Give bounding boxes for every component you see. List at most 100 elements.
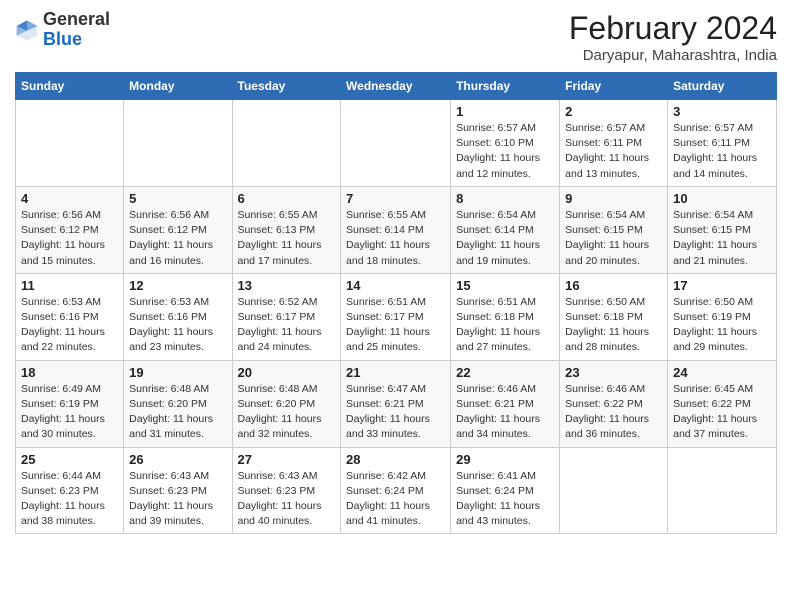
day-number: 19 — [129, 365, 226, 380]
calendar-cell: 10Sunrise: 6:54 AM Sunset: 6:15 PM Dayli… — [668, 186, 777, 273]
calendar-week-2: 4 Sunrise: 6:56 AM Sunset: 6:12 PM Daylig… — [16, 186, 777, 273]
day-number: 26 — [129, 452, 226, 467]
day-info: Sunrise: 6:49 AM Sunset: 6:19 PM Dayligh… — [21, 382, 118, 443]
calendar-cell: 2 Sunrise: 6:57 AM Sunset: 6:11 PM Daylig… — [560, 100, 668, 187]
col-sunday: Sunday — [16, 73, 124, 100]
calendar-cell: 1 Sunrise: 6:57 AM Sunset: 6:10 PM Daylig… — [451, 100, 560, 187]
page-header: General Blue February 2024 Daryapur, Mah… — [15, 10, 777, 64]
day-number: 25 — [21, 452, 118, 467]
calendar-cell: 20Sunrise: 6:48 AM Sunset: 6:20 PM Dayli… — [232, 360, 341, 447]
day-info: Sunrise: 6:54 AM Sunset: 6:15 PM Dayligh… — [565, 208, 662, 269]
calendar-cell: 29 Sunrise: 6:41 AM Sunset: 6:24 PM Dayli… — [451, 447, 560, 534]
day-number: 16 — [565, 278, 662, 293]
title-block: February 2024 Daryapur, Maharashtra, Ind… — [569, 10, 777, 64]
day-info: Sunrise: 6:57 AM Sunset: 6:11 PM Dayligh… — [673, 121, 771, 182]
day-info: Sunrise: 6:46 AM Sunset: 6:21 PM Dayligh… — [456, 382, 554, 443]
day-number: 8 — [456, 191, 554, 206]
day-number: 3 — [673, 104, 771, 119]
day-number: 28 — [346, 452, 445, 467]
day-number: 15 — [456, 278, 554, 293]
day-info: Sunrise: 6:54 AM Sunset: 6:15 PM Dayligh… — [673, 208, 771, 269]
calendar-cell: 24 Sunrise: 6:45 AM Sunset: 6:22 PM Dayli… — [668, 360, 777, 447]
logo-blue: Blue — [43, 29, 82, 49]
day-number: 22 — [456, 365, 554, 380]
day-info: Sunrise: 6:51 AM Sunset: 6:18 PM Dayligh… — [456, 295, 554, 356]
calendar-cell: 25 Sunrise: 6:44 AM Sunset: 6:23 PM Dayli… — [16, 447, 124, 534]
calendar-header: Sunday Monday Tuesday Wednesday Thursday… — [16, 73, 777, 100]
calendar-cell: 15 Sunrise: 6:51 AM Sunset: 6:18 PM Dayli… — [451, 273, 560, 360]
calendar-cell: 26 Sunrise: 6:43 AM Sunset: 6:23 PM Dayli… — [124, 447, 232, 534]
day-number: 27 — [238, 452, 336, 467]
day-info: Sunrise: 6:55 AM Sunset: 6:14 PM Dayligh… — [346, 208, 445, 269]
calendar-cell: 9Sunrise: 6:54 AM Sunset: 6:15 PM Daylig… — [560, 186, 668, 273]
calendar-body: 1 Sunrise: 6:57 AM Sunset: 6:10 PM Daylig… — [16, 100, 777, 534]
calendar-cell: 28 Sunrise: 6:42 AM Sunset: 6:24 PM Dayli… — [341, 447, 451, 534]
day-info: Sunrise: 6:44 AM Sunset: 6:23 PM Dayligh… — [21, 469, 118, 530]
calendar-cell: 14Sunrise: 6:51 AM Sunset: 6:17 PM Dayli… — [341, 273, 451, 360]
day-info: Sunrise: 6:42 AM Sunset: 6:24 PM Dayligh… — [346, 469, 445, 530]
calendar-cell: 17 Sunrise: 6:50 AM Sunset: 6:19 PM Dayli… — [668, 273, 777, 360]
day-info: Sunrise: 6:56 AM Sunset: 6:12 PM Dayligh… — [21, 208, 118, 269]
day-info: Sunrise: 6:53 AM Sunset: 6:16 PM Dayligh… — [21, 295, 118, 356]
calendar-week-3: 11 Sunrise: 6:53 AM Sunset: 6:16 PM Dayli… — [16, 273, 777, 360]
logo-text: General Blue — [43, 10, 110, 50]
day-info: Sunrise: 6:54 AM Sunset: 6:14 PM Dayligh… — [456, 208, 554, 269]
calendar-cell: 3 Sunrise: 6:57 AM Sunset: 6:11 PM Daylig… — [668, 100, 777, 187]
day-number: 6 — [238, 191, 336, 206]
calendar-cell — [232, 100, 341, 187]
day-info: Sunrise: 6:55 AM Sunset: 6:13 PM Dayligh… — [238, 208, 336, 269]
calendar-cell: 8 Sunrise: 6:54 AM Sunset: 6:14 PM Daylig… — [451, 186, 560, 273]
day-number: 20 — [238, 365, 336, 380]
day-number: 14 — [346, 278, 445, 293]
day-number: 29 — [456, 452, 554, 467]
col-friday: Friday — [560, 73, 668, 100]
day-number: 12 — [129, 278, 226, 293]
day-number: 23 — [565, 365, 662, 380]
day-info: Sunrise: 6:43 AM Sunset: 6:23 PM Dayligh… — [238, 469, 336, 530]
day-number: 13 — [238, 278, 336, 293]
calendar-cell — [16, 100, 124, 187]
calendar-cell: 16 Sunrise: 6:50 AM Sunset: 6:18 PM Dayli… — [560, 273, 668, 360]
calendar-cell — [668, 447, 777, 534]
day-info: Sunrise: 6:45 AM Sunset: 6:22 PM Dayligh… — [673, 382, 771, 443]
logo-general: General — [43, 9, 110, 29]
calendar-cell: 19 Sunrise: 6:48 AM Sunset: 6:20 PM Dayli… — [124, 360, 232, 447]
calendar-cell: 5Sunrise: 6:56 AM Sunset: 6:12 PM Daylig… — [124, 186, 232, 273]
calendar-cell: 4 Sunrise: 6:56 AM Sunset: 6:12 PM Daylig… — [16, 186, 124, 273]
month-year-title: February 2024 — [569, 10, 777, 47]
location-subtitle: Daryapur, Maharashtra, India — [569, 47, 777, 64]
col-wednesday: Wednesday — [341, 73, 451, 100]
calendar-cell: 21Sunrise: 6:47 AM Sunset: 6:21 PM Dayli… — [341, 360, 451, 447]
day-info: Sunrise: 6:57 AM Sunset: 6:11 PM Dayligh… — [565, 121, 662, 182]
calendar-cell: 23Sunrise: 6:46 AM Sunset: 6:22 PM Dayli… — [560, 360, 668, 447]
day-number: 17 — [673, 278, 771, 293]
calendar-week-1: 1 Sunrise: 6:57 AM Sunset: 6:10 PM Daylig… — [16, 100, 777, 187]
day-info: Sunrise: 6:41 AM Sunset: 6:24 PM Dayligh… — [456, 469, 554, 530]
calendar-cell: 12 Sunrise: 6:53 AM Sunset: 6:16 PM Dayli… — [124, 273, 232, 360]
day-number: 4 — [21, 191, 118, 206]
day-info: Sunrise: 6:43 AM Sunset: 6:23 PM Dayligh… — [129, 469, 226, 530]
day-number: 24 — [673, 365, 771, 380]
calendar-cell: 7Sunrise: 6:55 AM Sunset: 6:14 PM Daylig… — [341, 186, 451, 273]
col-tuesday: Tuesday — [232, 73, 341, 100]
day-info: Sunrise: 6:50 AM Sunset: 6:18 PM Dayligh… — [565, 295, 662, 356]
day-info: Sunrise: 6:50 AM Sunset: 6:19 PM Dayligh… — [673, 295, 771, 356]
day-info: Sunrise: 6:48 AM Sunset: 6:20 PM Dayligh… — [129, 382, 226, 443]
day-number: 2 — [565, 104, 662, 119]
calendar-cell: 18 Sunrise: 6:49 AM Sunset: 6:19 PM Dayli… — [16, 360, 124, 447]
day-number: 1 — [456, 104, 554, 119]
calendar-cell: 22 Sunrise: 6:46 AM Sunset: 6:21 PM Dayli… — [451, 360, 560, 447]
day-number: 18 — [21, 365, 118, 380]
calendar-cell — [341, 100, 451, 187]
calendar-cell: 13Sunrise: 6:52 AM Sunset: 6:17 PM Dayli… — [232, 273, 341, 360]
col-monday: Monday — [124, 73, 232, 100]
calendar-cell — [124, 100, 232, 187]
calendar-week-4: 18 Sunrise: 6:49 AM Sunset: 6:19 PM Dayli… — [16, 360, 777, 447]
day-number: 11 — [21, 278, 118, 293]
calendar-table: Sunday Monday Tuesday Wednesday Thursday… — [15, 72, 777, 534]
col-thursday: Thursday — [451, 73, 560, 100]
col-saturday: Saturday — [668, 73, 777, 100]
day-info: Sunrise: 6:57 AM Sunset: 6:10 PM Dayligh… — [456, 121, 554, 182]
day-info: Sunrise: 6:53 AM Sunset: 6:16 PM Dayligh… — [129, 295, 226, 356]
calendar-week-5: 25 Sunrise: 6:44 AM Sunset: 6:23 PM Dayli… — [16, 447, 777, 534]
